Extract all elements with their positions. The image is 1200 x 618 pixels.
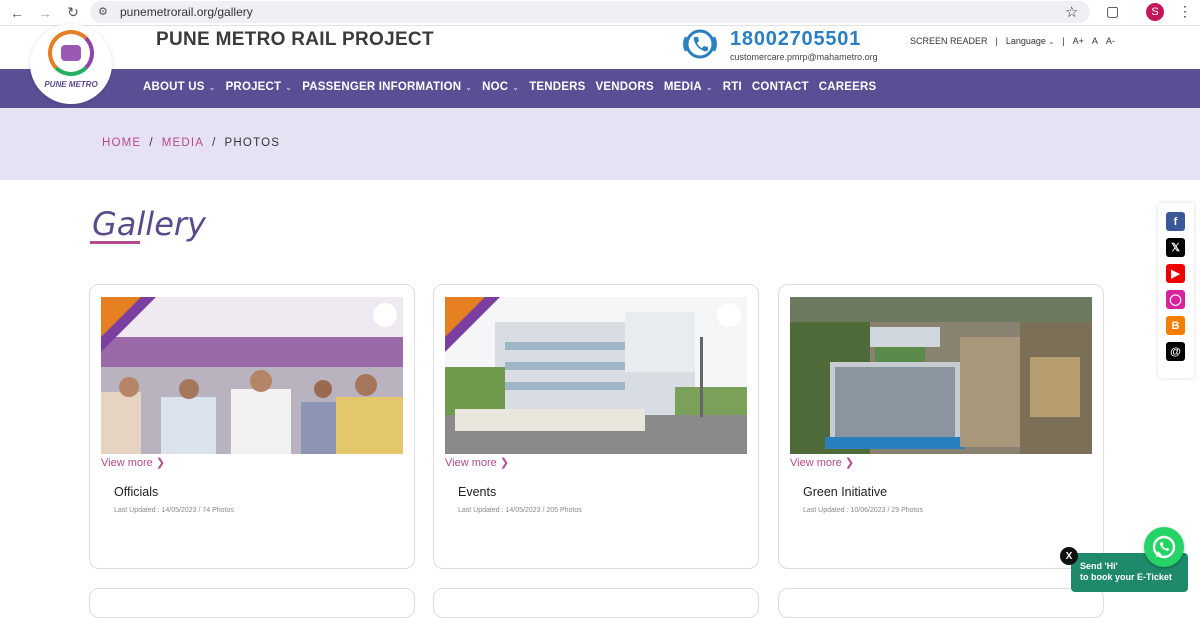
gallery-card-next[interactable] xyxy=(433,588,759,618)
chevron-down-icon: ⌄ xyxy=(705,82,713,92)
accessibility-tools: SCREEN READER | Language ⌄ | A+ A A- xyxy=(910,36,1115,46)
album-thumbnail[interactable] xyxy=(101,297,403,454)
nav-item-vendors[interactable]: VENDORS xyxy=(596,81,654,93)
nav-label: NOC xyxy=(482,81,509,93)
chevron-down-icon: ⌄ xyxy=(1048,39,1055,46)
album-meta: Last Updated : 10/06/2023 / 29 Photos xyxy=(803,507,923,514)
site-header: PUNE METRO RAIL PROJECT 18002705501 cust… xyxy=(0,26,1200,69)
nav-item-project[interactable]: PROJECT ⌄ xyxy=(226,81,293,93)
helpline-number[interactable]: 18002705501 xyxy=(730,28,861,51)
customer-care-email[interactable]: customercare.pmrp@mahametro.org xyxy=(730,52,878,62)
breadcrumb-separator: / xyxy=(149,137,154,149)
site-title: PUNE METRO RAIL PROJECT xyxy=(156,29,434,50)
address-bar[interactable]: ⚙ punemetrorail.org/gallery xyxy=(90,1,1090,23)
phone-icon xyxy=(683,29,717,59)
breadcrumb-media[interactable]: MEDIA xyxy=(162,137,204,149)
view-more-link[interactable]: View more ❯ xyxy=(790,456,854,469)
breadcrumb: HOME / MEDIA / PHOTOS xyxy=(102,137,280,149)
threads-icon[interactable]: @ xyxy=(1166,342,1185,361)
logo-text: PUNE METRO xyxy=(44,79,98,89)
nav-label: RTI xyxy=(722,81,742,93)
view-more-label: View more xyxy=(101,457,153,469)
gallery-card-events[interactable]: View more ❯ Events Last Updated : 14/05/… xyxy=(433,284,759,569)
album-thumbnail[interactable] xyxy=(445,297,747,454)
album-meta: Last Updated : 14/05/2023 / 74 Photos xyxy=(114,507,234,514)
pune-metro-logo[interactable]: PUNE METRO xyxy=(30,24,112,104)
album-title[interactable]: Officials xyxy=(114,485,158,499)
x-icon[interactable]: 𝕏 xyxy=(1166,238,1185,257)
font-increase-button[interactable]: A+ xyxy=(1073,36,1084,46)
page-title: Gallery xyxy=(92,205,206,243)
nav-item-passenger-information[interactable]: PASSENGER INFORMATION ⌄ xyxy=(302,81,472,93)
facebook-icon[interactable]: f xyxy=(1166,212,1185,231)
url-text: punemetrorail.org/gallery xyxy=(120,5,253,19)
nav-label: VENDORS xyxy=(595,81,654,93)
nav-label: PROJECT xyxy=(225,81,282,93)
extensions-icon[interactable]: ▢ xyxy=(1106,3,1119,20)
nav-label: ABOUT US xyxy=(143,81,205,93)
chevron-down-icon: ⌄ xyxy=(285,82,293,92)
nav-label: TENDERS xyxy=(529,81,586,93)
nav-label: CAREERS xyxy=(818,81,877,93)
site-settings-icon[interactable]: ⚙ xyxy=(98,5,112,19)
profile-avatar[interactable]: S xyxy=(1146,3,1164,21)
breadcrumb-separator: / xyxy=(212,137,217,149)
title-underline xyxy=(90,241,140,244)
whatsapp-line2: to book your E-Ticket xyxy=(1080,572,1172,582)
main-nav: ABOUT US ⌄ PROJECT ⌄ PASSENGER INFORMATION… xyxy=(0,69,1200,108)
whatsapp-icon[interactable] xyxy=(1144,527,1184,567)
gallery-card-next[interactable] xyxy=(89,588,415,618)
youtube-icon[interactable]: ▶ xyxy=(1166,264,1185,283)
chevron-right-icon: ❯ xyxy=(499,457,510,469)
chevron-right-icon: ❯ xyxy=(844,457,855,469)
view-more-link[interactable]: View more ❯ xyxy=(445,456,509,469)
back-icon[interactable]: ← xyxy=(6,2,28,24)
album-meta: Last Updated : 14/05/2023 / 205 Photos xyxy=(458,507,582,514)
blogger-icon[interactable]: B xyxy=(1166,316,1185,335)
album-thumbnail[interactable] xyxy=(790,297,1092,454)
gallery-card-green-initiative[interactable]: View more ❯ Green Initiative Last Update… xyxy=(778,284,1104,569)
nav-item-about-us[interactable]: ABOUT US ⌄ xyxy=(143,81,216,93)
nav-item-noc[interactable]: NOC ⌄ xyxy=(482,81,519,93)
chevron-right-icon: ❯ xyxy=(155,457,166,469)
nav-item-rti[interactable]: RTI xyxy=(723,81,742,93)
nav-label: MEDIA xyxy=(663,81,702,93)
divider: | xyxy=(1062,36,1065,46)
nav-label: CONTACT xyxy=(751,81,809,93)
instagram-icon[interactable]: ◯ xyxy=(1166,290,1185,309)
breadcrumb-home[interactable]: HOME xyxy=(102,137,141,149)
font-normal-button[interactable]: A xyxy=(1092,36,1098,46)
nav-item-tenders[interactable]: TENDERS xyxy=(529,81,585,93)
gallery-card-next[interactable] xyxy=(778,588,1104,618)
divider: | xyxy=(995,36,998,46)
breadcrumb-banner: HOME / MEDIA / PHOTOS xyxy=(0,108,1200,180)
browser-menu-icon[interactable]: ⋮ xyxy=(1178,3,1192,20)
album-title[interactable]: Events xyxy=(458,485,496,499)
screen-reader-link[interactable]: SCREEN READER xyxy=(910,36,988,46)
breadcrumb-current: PHOTOS xyxy=(224,137,281,149)
view-more-link[interactable]: View more ❯ xyxy=(101,456,165,469)
language-label: Language xyxy=(1005,36,1046,46)
browser-toolbar: ← → ↻ ⚙ punemetrorail.org/gallery ☆ ▢ S … xyxy=(0,0,1200,26)
font-decrease-button[interactable]: A- xyxy=(1106,36,1115,46)
chevron-down-icon: ⌄ xyxy=(512,82,520,92)
forward-icon[interactable]: → xyxy=(34,2,56,24)
metro-logo-icon xyxy=(48,29,94,76)
gallery-card-officials[interactable]: View more ❯ Officials Last Updated : 14/… xyxy=(89,284,415,569)
view-more-label: View more xyxy=(790,457,842,469)
nav-item-careers[interactable]: CAREERS xyxy=(819,81,877,93)
nav-label: PASSENGER INFORMATION xyxy=(302,81,462,93)
chevron-down-icon: ⌄ xyxy=(208,82,216,92)
reload-icon[interactable]: ↻ xyxy=(62,2,84,24)
nav-item-contact[interactable]: CONTACT xyxy=(752,81,809,93)
album-title[interactable]: Green Initiative xyxy=(803,485,887,499)
chevron-down-icon: ⌄ xyxy=(465,82,473,92)
language-select[interactable]: Language ⌄ xyxy=(1006,36,1054,46)
view-more-label: View more xyxy=(445,457,497,469)
close-icon[interactable]: X xyxy=(1060,547,1078,565)
social-sidebar: f 𝕏 ▶ ◯ B @ xyxy=(1158,203,1194,378)
bookmark-star-icon[interactable]: ☆ xyxy=(1065,3,1078,21)
nav-item-media[interactable]: MEDIA ⌄ xyxy=(664,81,713,93)
